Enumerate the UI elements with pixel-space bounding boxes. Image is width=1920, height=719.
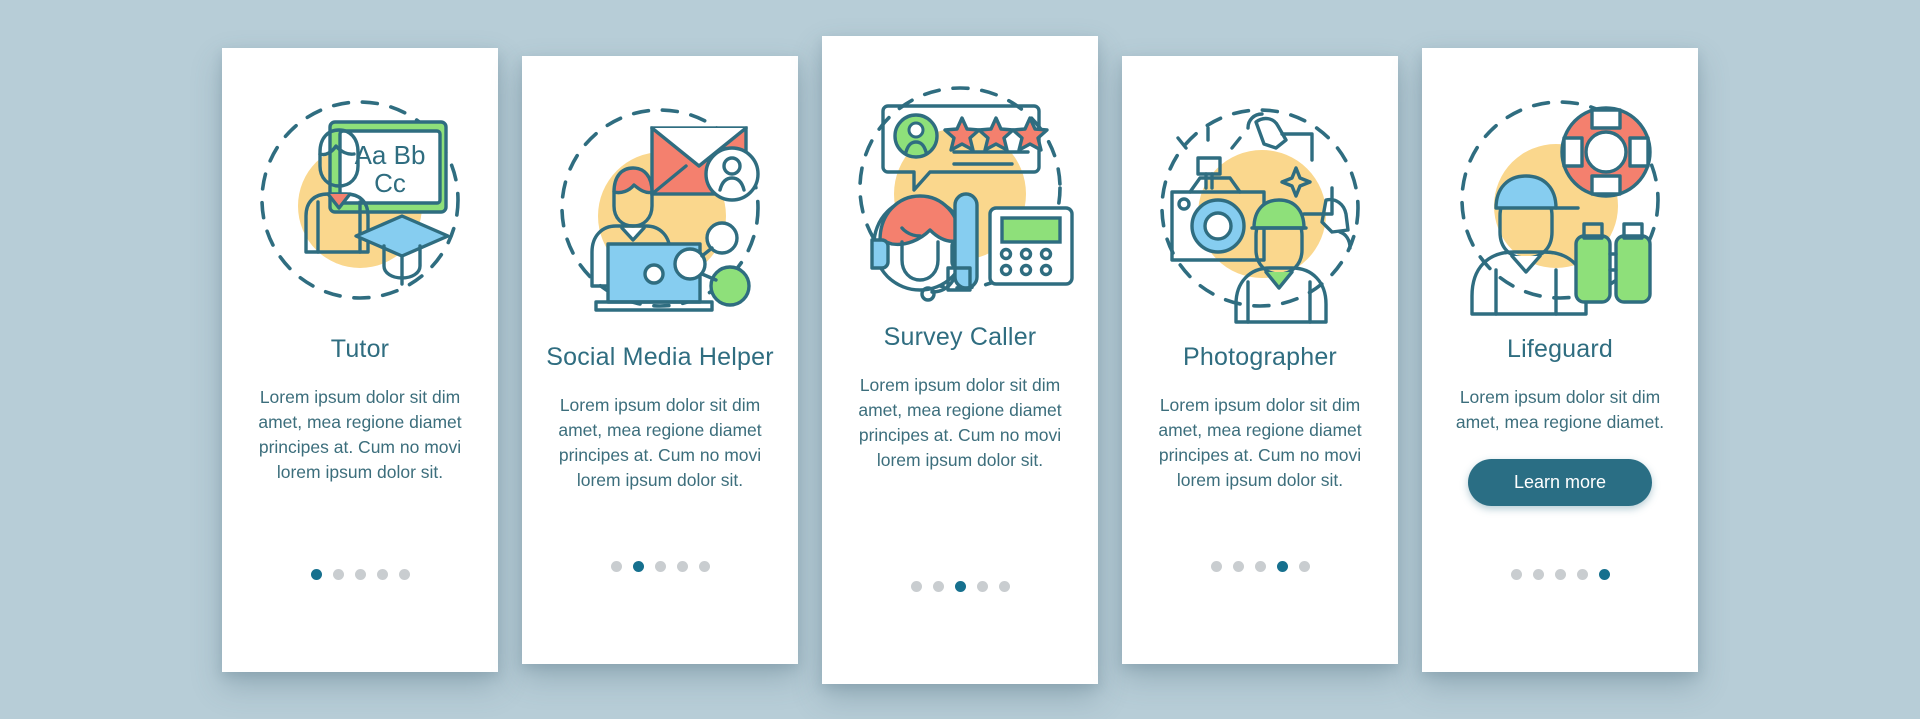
onboarding-card-social-media-helper[interactable]: Social Media Helper Lorem ipsum dolor si… (522, 55, 798, 664)
pagination-dot[interactable] (376, 568, 388, 580)
pagination-dot[interactable] (610, 560, 622, 572)
card-body-text: Lorem ipsum dolor sit dim amet, mea regi… (1158, 394, 1362, 490)
card-title: Social Media Helper (546, 342, 774, 371)
pagination-dot[interactable] (1532, 568, 1544, 580)
pagination-dots[interactable] (1210, 560, 1310, 572)
pagination-dots[interactable] (610, 560, 710, 572)
card-body-text: Lorem ipsum dolor sit dim amet, mea regi… (1455, 386, 1665, 432)
pagination-dots[interactable] (310, 568, 410, 580)
pagination-dot[interactable] (976, 580, 988, 592)
pagination-dot[interactable] (1554, 568, 1566, 580)
pagination-dot[interactable] (1254, 560, 1266, 572)
card-title: Lifeguard (1506, 334, 1614, 363)
onboarding-card-tutor[interactable]: Aa Bb Cc Tutor Lorem ipsum dolor sit dim… (222, 47, 498, 672)
lifeguard-illustration (1444, 84, 1676, 316)
card-body-text: Lorem ipsum dolor sit dim amet, mea regi… (258, 386, 462, 482)
card-title: Photographer (1183, 342, 1337, 371)
pagination-dot[interactable] (910, 580, 922, 592)
pagination-dots[interactable] (1510, 568, 1610, 580)
onboarding-card-lifeguard[interactable]: Lifeguard Lorem ipsum dolor sit dim amet… (1422, 47, 1698, 672)
card-title: Survey Caller (883, 322, 1037, 351)
svg-text:Cc: Cc (374, 168, 406, 198)
pagination-dot[interactable] (1598, 568, 1610, 580)
card-body-text: Lorem ipsum dolor sit dim amet, mea regi… (558, 394, 762, 490)
card-title: Tutor (330, 334, 390, 363)
pagination-dot[interactable] (632, 560, 644, 572)
pagination-dot[interactable] (1276, 560, 1288, 572)
pagination-dot[interactable] (1510, 568, 1522, 580)
pagination-dot[interactable] (698, 560, 710, 572)
onboarding-screens-row: Aa Bb Cc Tutor Lorem ipsum dolor sit dim… (0, 0, 1920, 719)
pagination-dot[interactable] (932, 580, 944, 592)
pagination-dot[interactable] (676, 560, 688, 572)
pagination-dot[interactable] (954, 580, 966, 592)
pagination-dot[interactable] (1210, 560, 1222, 572)
onboarding-card-survey-caller[interactable]: Survey Caller Lorem ipsum dolor sit dim … (822, 35, 1098, 684)
pagination-dot[interactable] (1576, 568, 1588, 580)
pagination-dot[interactable] (1298, 560, 1310, 572)
tutor-illustration: Aa Bb Cc (244, 84, 476, 316)
survey-caller-illustration (844, 72, 1076, 304)
card-body-text: Lorem ipsum dolor sit dim amet, mea regi… (858, 374, 1062, 470)
onboarding-card-photographer[interactable]: Photographer Lorem ipsum dolor sit dim a… (1122, 55, 1398, 664)
pagination-dots[interactable] (910, 580, 1010, 592)
pagination-dot[interactable] (310, 568, 322, 580)
photographer-illustration (1144, 92, 1376, 324)
svg-text:Aa Bb: Aa Bb (355, 140, 426, 170)
pagination-dot[interactable] (1232, 560, 1244, 572)
pagination-dot[interactable] (354, 568, 366, 580)
social-media-helper-illustration (544, 92, 776, 324)
pagination-dot[interactable] (998, 580, 1010, 592)
pagination-dot[interactable] (332, 568, 344, 580)
pagination-dot[interactable] (398, 568, 410, 580)
learn-more-button[interactable]: Learn more (1467, 458, 1653, 506)
pagination-dot[interactable] (654, 560, 666, 572)
